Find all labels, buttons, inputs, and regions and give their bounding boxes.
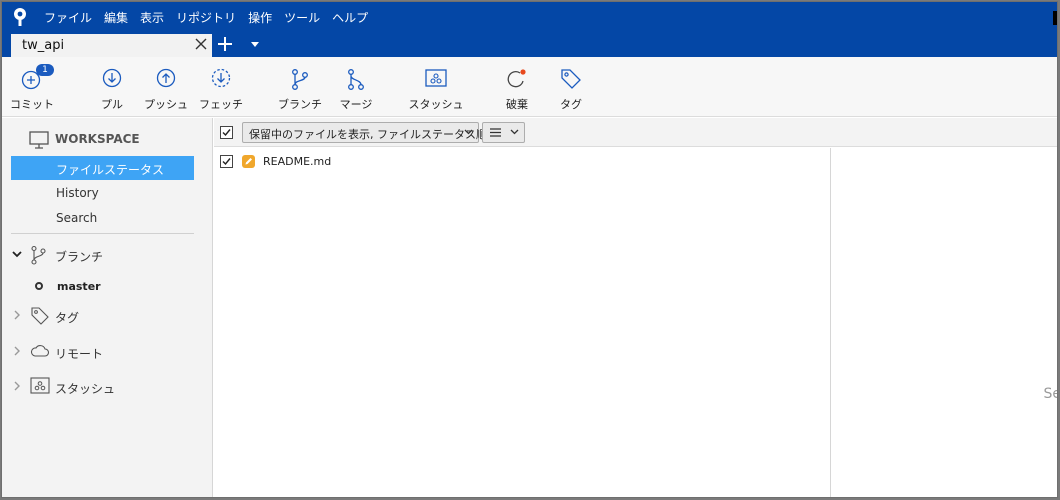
tag-icon: [31, 307, 49, 325]
pencil-icon: [245, 158, 252, 165]
workspace-label: WORKSPACE: [55, 132, 140, 146]
stash-label: スタッシュ: [408, 98, 464, 111]
close-icon[interactable]: [195, 38, 207, 50]
stash-icon: [425, 69, 447, 87]
commit-count-badge: 1: [36, 64, 54, 76]
pull-button[interactable]: プル: [90, 57, 134, 117]
sidebar-item-label: ファイルステータス: [56, 163, 165, 177]
file-filter-dropdown[interactable]: 保留中のファイルを表示, ファイルステータス順: [242, 122, 487, 143]
pull-label: プル: [101, 98, 123, 111]
checkmark-icon: [222, 129, 231, 137]
menu-items: ファイル 編集 表示 リポジトリ 操作 ツール ヘルプ: [44, 9, 380, 26]
chevron-down-icon: [464, 129, 473, 135]
discard-label: 破棄: [506, 98, 528, 111]
sidebar: WORKSPACE ファイルステータス History Search ブランチ: [2, 118, 213, 497]
discard-icon: [507, 69, 526, 88]
fetch-button[interactable]: フェッチ: [199, 57, 243, 117]
tag-icon: [561, 69, 581, 89]
commit-button[interactable]: 1 コミット: [10, 57, 54, 117]
list-icon: [490, 128, 501, 137]
sourcetree-logo-icon: [14, 8, 26, 26]
tab-repository[interactable]: tw_api: [11, 34, 212, 57]
menu-repository[interactable]: リポジトリ: [176, 9, 236, 26]
cloud-icon: [30, 345, 50, 357]
branch-name: master: [57, 280, 101, 293]
current-branch-icon: [35, 282, 43, 290]
sidebar-group-label: ブランチ: [55, 250, 104, 264]
sidebar-item-history[interactable]: History: [11, 181, 194, 205]
file-row[interactable]: README.md: [214, 151, 831, 171]
file-checkbox[interactable]: [220, 155, 233, 168]
branch-button[interactable]: ブランチ: [278, 57, 322, 117]
checkmark-icon: [222, 158, 231, 166]
window-control-edge: [1053, 11, 1057, 25]
sidebar-group-label: タグ: [55, 311, 80, 325]
sidebar-group-branches[interactable]: ブランチ: [12, 244, 202, 266]
sidebar-group-label: リモート: [55, 347, 104, 361]
tab-dropdown-icon[interactable]: [251, 42, 259, 47]
menu-tools[interactable]: ツール: [284, 9, 320, 26]
menu-actions[interactable]: 操作: [248, 9, 272, 26]
sidebar-group-stashes[interactable]: スタッシュ: [12, 376, 202, 398]
branch-label: ブランチ: [278, 98, 322, 111]
chevron-down-icon[interactable]: [12, 249, 22, 259]
sidebar-divider: [11, 233, 194, 234]
menu-file[interactable]: ファイル: [44, 9, 92, 26]
select-all-checkbox[interactable]: [220, 126, 233, 139]
tag-label: タグ: [560, 98, 582, 111]
sidebar-group-remotes[interactable]: リモート: [12, 341, 202, 363]
tab-strip: tw_api: [2, 32, 1057, 57]
push-icon: [156, 68, 176, 88]
branch-icon: [292, 69, 308, 90]
branch-icon: [31, 245, 46, 265]
menu-help[interactable]: ヘルプ: [332, 9, 368, 26]
monitor-icon: [29, 131, 49, 149]
chevron-down-icon: [510, 129, 519, 135]
merge-label: マージ: [339, 98, 373, 111]
fetch-icon: [211, 68, 231, 88]
sidebar-group-tags[interactable]: タグ: [12, 305, 202, 327]
add-tab-icon[interactable]: [218, 37, 232, 51]
chevron-right-icon[interactable]: [12, 310, 22, 320]
file-filter-label: 保留中のファイルを表示, ファイルステータス順: [249, 128, 487, 141]
modified-file-icon: [242, 155, 255, 168]
push-button[interactable]: プッシュ: [144, 57, 188, 117]
file-filter-bar: 保留中のファイルを表示, ファイルステータス順: [214, 118, 1057, 147]
pull-icon: [102, 68, 122, 88]
stash-icon: [30, 377, 50, 394]
fetch-label: フェッチ: [199, 98, 243, 111]
tab-label: tw_api: [22, 38, 65, 53]
diff-pane: Se: [832, 148, 1057, 497]
merge-icon: [348, 69, 364, 90]
file-name: README.md: [263, 155, 332, 168]
app-window: ファイル 編集 表示 リポジトリ 操作 ツール ヘルプ tw_api 1 コミッ…: [1, 1, 1058, 498]
sidebar-group-label: スタッシュ: [55, 382, 116, 396]
menu-bar: ファイル 編集 表示 リポジトリ 操作 ツール ヘルプ: [2, 2, 1057, 32]
sidebar-item-label: History: [56, 186, 99, 200]
sidebar-item-label: Search: [56, 211, 98, 225]
sidebar-item-search[interactable]: Search: [11, 206, 194, 230]
push-label: プッシュ: [144, 98, 188, 111]
menu-view[interactable]: 表示: [140, 9, 164, 26]
chevron-right-icon[interactable]: [12, 346, 22, 356]
commit-label: コミット: [10, 98, 54, 111]
menu-edit[interactable]: 編集: [104, 9, 128, 26]
toolbar: 1 コミット プル プッシュ フェッチ ブランチ マージ スタッシュ 破棄 タグ: [2, 57, 1057, 117]
diff-placeholder-text: Se: [1043, 386, 1058, 402]
chevron-right-icon[interactable]: [12, 381, 22, 391]
sidebar-item-file-status[interactable]: ファイルステータス: [11, 156, 194, 180]
tag-button[interactable]: タグ: [549, 57, 593, 117]
staged-file-list: README.md: [214, 148, 831, 497]
view-mode-dropdown[interactable]: [482, 122, 525, 143]
discard-button[interactable]: 破棄: [495, 57, 539, 117]
stash-button[interactable]: スタッシュ: [408, 57, 464, 117]
merge-button[interactable]: マージ: [334, 57, 378, 117]
